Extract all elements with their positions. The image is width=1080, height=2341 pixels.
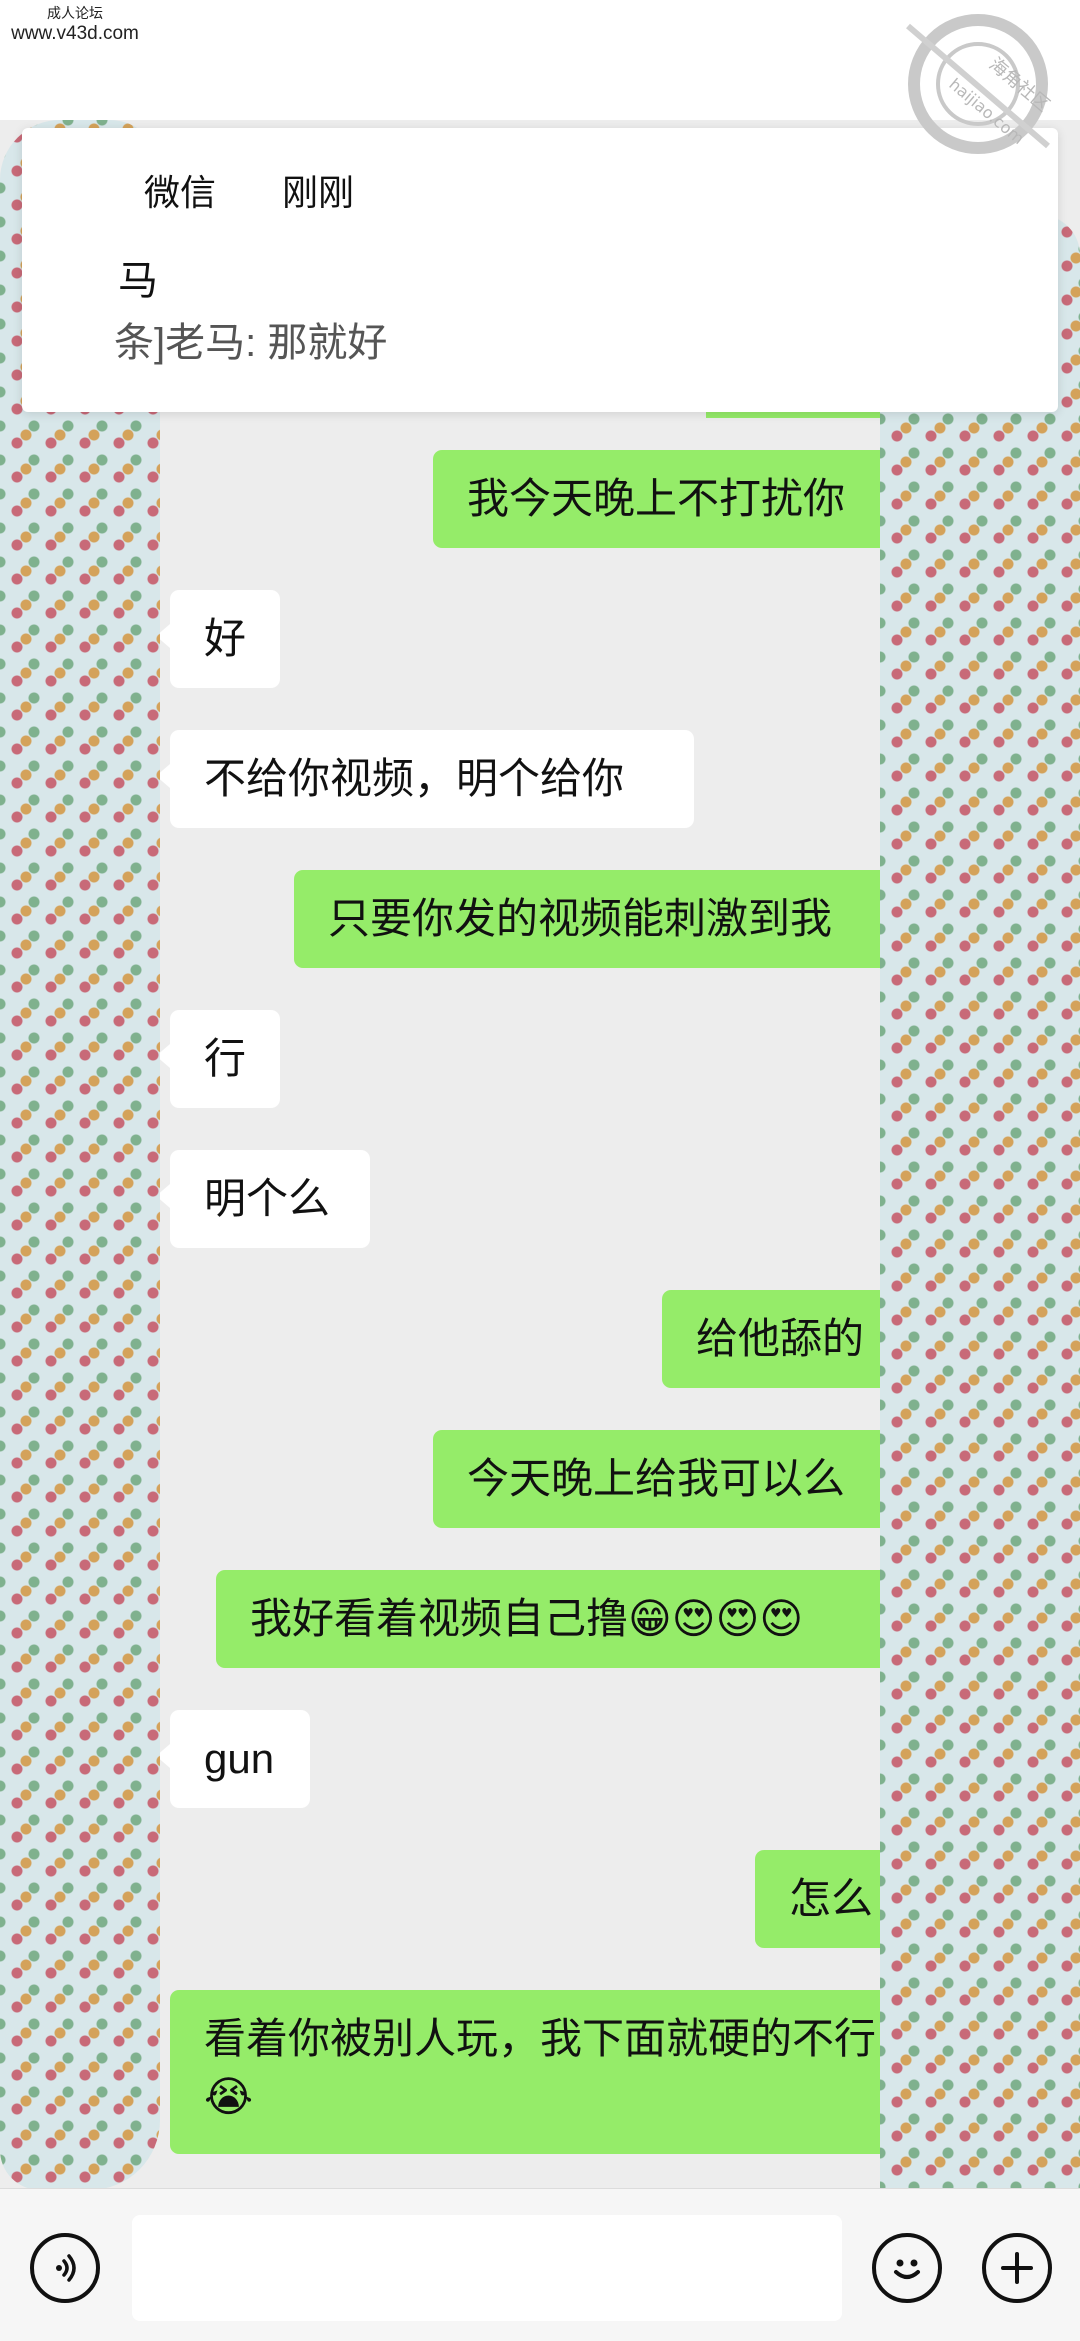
message-bubble-outgoing[interactable]: 看着你被别人玩，我下面就硬的不行😭 [170, 1990, 925, 2154]
message-bubble-outgoing[interactable]: 只要你发的视频能刺激到我 [294, 870, 925, 968]
message-input[interactable] [132, 2215, 842, 2321]
message-bubble-incoming[interactable]: 不给你视频，明个给你 [156, 730, 694, 828]
message-bubble-incoming[interactable]: 行 [156, 1010, 280, 1108]
notification-app-name: 微信 [144, 172, 217, 213]
voice-waves-icon [56, 2254, 76, 2282]
emoji-icon[interactable] [872, 2233, 942, 2303]
notification-sender: 马 [118, 259, 158, 303]
notification-banner[interactable]: 微信 刚刚 马 条]老马: 那就好 [22, 128, 1058, 412]
notification-time: 刚刚 [282, 172, 355, 213]
notification-preview: 条]老马: 那就好 [114, 321, 388, 365]
plus-sign-icon [1001, 2252, 1033, 2284]
smile-face-icon [894, 2259, 920, 2279]
message-bubble-outgoing[interactable]: 我好看着视频自己撸😁😍😍😍 [216, 1570, 925, 1668]
message-bubble-incoming[interactable]: 明个么 [156, 1150, 370, 1248]
message-bubble-outgoing[interactable]: 今天晚上给我可以么 [433, 1430, 925, 1528]
message-bubble-incoming[interactable]: gun [156, 1710, 310, 1808]
voice-icon[interactable] [30, 2233, 100, 2303]
redaction-scribble-right [880, 215, 1080, 2340]
redaction-scribble-left [0, 120, 160, 2190]
message-bubble-incoming[interactable]: 好 [156, 590, 280, 688]
message-bubble-outgoing[interactable]: 我今天晚上不打扰你 [433, 450, 925, 548]
message-bubble-outgoing[interactable]: 给他舔的 [662, 1290, 925, 1388]
watermark-stamp-icon: 海角社区 haijiao.com [906, 14, 1053, 154]
plus-icon[interactable] [982, 2233, 1052, 2303]
chat-input-bar [0, 2188, 1080, 2341]
